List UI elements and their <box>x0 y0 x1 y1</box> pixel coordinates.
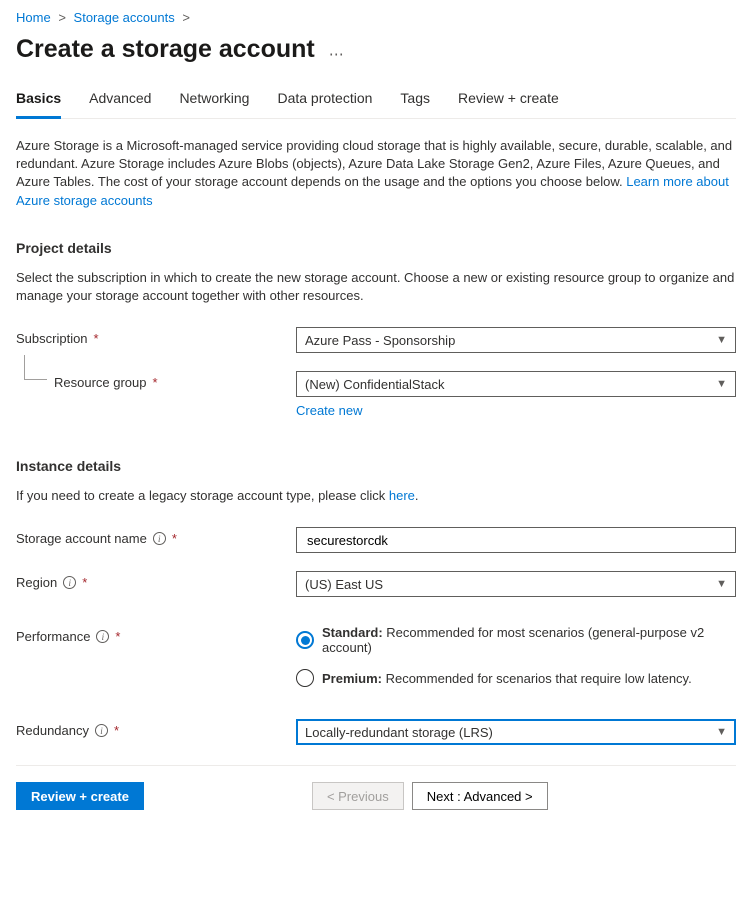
instance-details-heading: Instance details <box>16 458 736 474</box>
info-icon[interactable]: i <box>95 724 108 737</box>
resource-group-label: Resource group* <box>16 371 296 390</box>
project-details-description: Select the subscription in which to crea… <box>16 269 736 305</box>
create-new-link[interactable]: Create new <box>296 403 362 418</box>
radio-unchecked-icon <box>296 669 314 687</box>
review-create-button[interactable]: Review + create <box>16 782 144 810</box>
chevron-down-icon: ▼ <box>716 726 727 738</box>
tab-basics[interactable]: Basics <box>16 86 61 119</box>
project-details-heading: Project details <box>16 240 736 256</box>
next-button[interactable]: Next : Advanced > <box>412 782 548 810</box>
performance-premium-radio-row[interactable]: Premium: Recommended for scenarios that … <box>296 669 736 687</box>
chevron-down-icon: ▼ <box>716 578 727 590</box>
chevron-down-icon: ▼ <box>716 378 727 390</box>
chevron-right-icon: > <box>58 10 66 25</box>
tab-networking[interactable]: Networking <box>179 86 249 118</box>
breadcrumb-home[interactable]: Home <box>16 10 51 25</box>
instance-details-description: If you need to create a legacy storage a… <box>16 487 736 505</box>
subscription-select[interactable]: Azure Pass - Sponsorship ▼ <box>296 327 736 353</box>
intro-text: Azure Storage is a Microsoft-managed ser… <box>16 137 736 210</box>
storage-account-name-input-wrapper <box>296 527 736 553</box>
section-project-details: Project details Select the subscription … <box>16 240 736 420</box>
footer-actions: Review + create < Previous Next : Advanc… <box>16 782 736 822</box>
performance-standard-text: Standard: Recommended for most scenarios… <box>322 625 736 655</box>
legacy-here-link[interactable]: here <box>389 488 415 503</box>
tab-data-protection[interactable]: Data protection <box>277 86 372 118</box>
redundancy-label: Redundancy i * <box>16 719 296 738</box>
performance-premium-text: Premium: Recommended for scenarios that … <box>322 671 692 686</box>
chevron-down-icon: ▼ <box>716 334 727 346</box>
subscription-value: Azure Pass - Sponsorship <box>305 333 455 348</box>
breadcrumb: Home > Storage accounts > <box>16 10 736 25</box>
more-icon[interactable]: ⋯ <box>329 45 346 63</box>
storage-account-name-input[interactable] <box>305 532 727 549</box>
performance-label: Performance i * <box>16 625 296 644</box>
redundancy-select[interactable]: Locally-redundant storage (LRS) ▼ <box>296 719 736 745</box>
region-label: Region i * <box>16 571 296 590</box>
performance-standard-radio-row[interactable]: Standard: Recommended for most scenarios… <box>296 625 736 655</box>
tab-bar: Basics Advanced Networking Data protecti… <box>16 86 736 119</box>
resource-group-select[interactable]: (New) ConfidentialStack ▼ <box>296 371 736 397</box>
redundancy-value: Locally-redundant storage (LRS) <box>305 725 493 740</box>
section-instance-details: Instance details If you need to create a… <box>16 458 736 745</box>
info-icon[interactable]: i <box>153 532 166 545</box>
info-icon[interactable]: i <box>96 630 109 643</box>
page-title: Create a storage account <box>16 35 315 64</box>
resource-group-value: (New) ConfidentialStack <box>305 377 444 392</box>
tab-tags[interactable]: Tags <box>400 86 430 118</box>
tab-review[interactable]: Review + create <box>458 86 559 118</box>
tab-advanced[interactable]: Advanced <box>89 86 151 118</box>
subscription-label: Subscription* <box>16 327 296 346</box>
info-icon[interactable]: i <box>63 576 76 589</box>
radio-checked-icon <box>296 631 314 649</box>
footer-divider <box>16 765 736 766</box>
previous-button: < Previous <box>312 782 404 810</box>
chevron-right-icon: > <box>182 10 190 25</box>
region-select[interactable]: (US) East US ▼ <box>296 571 736 597</box>
breadcrumb-storage-accounts[interactable]: Storage accounts <box>74 10 175 25</box>
region-value: (US) East US <box>305 577 383 592</box>
storage-account-name-label: Storage account name i * <box>16 527 296 546</box>
